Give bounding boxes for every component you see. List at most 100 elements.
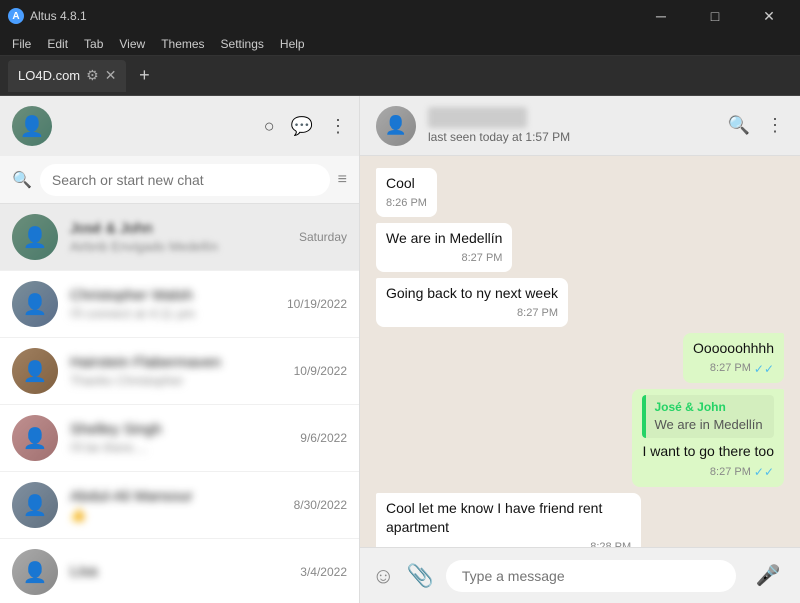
filter-icon[interactable]: ≡ xyxy=(338,171,347,189)
contact-time: 8/30/2022 xyxy=(294,498,347,512)
contact-info: José & John Airbnb Envigado Medellín xyxy=(70,220,287,254)
tab-label: LO4D.com xyxy=(18,68,80,83)
chat-contact-info: José & John last seen today at 1:57 PM xyxy=(428,107,716,144)
contact-item[interactable]: 👤 Lisa 3/4/2022 xyxy=(0,539,359,603)
message-meta: 8:26 PM xyxy=(386,196,427,211)
avatar-face: 👤 xyxy=(12,549,58,595)
contact-item[interactable]: 👤 Shelley Singh I'll be there.... 9/6/20… xyxy=(0,405,359,472)
menu-themes[interactable]: Themes xyxy=(153,35,212,53)
search-input[interactable] xyxy=(40,164,330,196)
contact-item[interactable]: 👤 Abdul-Ali Mansour 👍 8/30/2022 xyxy=(0,472,359,539)
menu-settings[interactable]: Settings xyxy=(213,35,272,53)
main-area: 👤 ○ 💬 ⋮ 🔍 ≡ 👤 José & John Airbnb En xyxy=(0,96,800,603)
avatar-face: 👤 xyxy=(12,415,58,461)
chat-icon[interactable]: 💬 xyxy=(291,116,313,137)
contact-name: José & John xyxy=(70,220,287,237)
contact-meta: 10/9/2022 xyxy=(294,364,347,378)
left-header: 👤 ○ 💬 ⋮ xyxy=(0,96,359,156)
contact-avatar: 👤 xyxy=(12,415,58,461)
contact-meta: Saturday xyxy=(299,230,347,244)
message-check-icon: ✓✓ xyxy=(754,464,774,481)
user-avatar[interactable]: 👤 xyxy=(12,106,52,146)
message-time: 8:28 PM xyxy=(590,540,631,547)
message-meta: 8:28 PM xyxy=(386,540,631,547)
contact-item[interactable]: 👤 Christopher Walsh I'll connect at 4:11… xyxy=(0,271,359,338)
menu-help[interactable]: Help xyxy=(272,35,313,53)
message-text: Cool xyxy=(386,175,415,191)
contact-time: 3/4/2022 xyxy=(300,565,347,579)
chat-more-icon[interactable]: ⋮ xyxy=(766,115,784,136)
maximize-button[interactable]: □ xyxy=(692,0,738,32)
avatar-face: 👤 xyxy=(12,281,58,327)
contact-time: 9/6/2022 xyxy=(300,431,347,445)
search-icon: 🔍 xyxy=(12,170,32,190)
minimize-button[interactable]: ─ xyxy=(638,0,684,32)
more-options-icon[interactable]: ⋮ xyxy=(329,116,347,137)
message-time: 8:26 PM xyxy=(386,196,427,211)
contact-name: Hairstein Flabermaven xyxy=(70,354,282,371)
menu-tab[interactable]: Tab xyxy=(76,35,111,53)
chat-avatar-image: 👤 xyxy=(376,106,416,146)
avatar-image: 👤 xyxy=(12,106,52,146)
menu-view[interactable]: View xyxy=(111,35,153,53)
emoji-button[interactable]: ☺ xyxy=(372,563,394,589)
menu-bar: File Edit Tab View Themes Settings Help xyxy=(0,32,800,56)
contact-name: Christopher Walsh xyxy=(70,287,275,304)
close-button[interactable]: ✕ xyxy=(746,0,792,32)
title-bar: A Altus 4.8.1 ─ □ ✕ xyxy=(0,0,800,32)
chat-contact-name: José & John xyxy=(428,107,527,128)
contact-avatar: 👤 xyxy=(12,482,58,528)
tab-bar: LO4D.com ⚙ ✕ + xyxy=(0,56,800,96)
message-text: Oooooohhhh xyxy=(693,340,774,356)
menu-edit[interactable]: Edit xyxy=(39,35,76,53)
chat-search-icon[interactable]: 🔍 xyxy=(728,115,750,136)
contact-item[interactable]: 👤 Hairstein Flabermaven Thanks Christoph… xyxy=(0,338,359,405)
contact-last-message: Thanks Christopher xyxy=(70,373,282,388)
message-time: 8:27 PM xyxy=(517,306,558,321)
message-bubble: Cool 8:26 PM xyxy=(376,168,437,217)
message-time: 8:27 PM xyxy=(710,361,751,376)
message-bubble: José & John We are in Medellín I want to… xyxy=(632,389,784,486)
contact-time: Saturday xyxy=(299,230,347,244)
contact-info: Lisa xyxy=(70,563,288,582)
contact-avatar: 👤 xyxy=(12,214,58,260)
contact-last-message: 👍 xyxy=(70,507,282,523)
chat-header: 👤 José & John last seen today at 1:57 PM… xyxy=(360,96,800,156)
status-icon[interactable]: ○ xyxy=(264,116,275,137)
contact-item[interactable]: 👤 José & John Airbnb Envigado Medellín S… xyxy=(0,204,359,271)
message-text: We are in Medellín xyxy=(386,230,502,246)
message-bubble: Going back to ny next week 8:27 PM xyxy=(376,278,568,327)
chat-contact-avatar[interactable]: 👤 xyxy=(376,106,416,146)
contact-name: Lisa xyxy=(70,563,288,580)
message-input[interactable] xyxy=(446,560,736,592)
contact-time: 10/9/2022 xyxy=(294,364,347,378)
tab-close-icon[interactable]: ✕ xyxy=(105,67,117,84)
search-bar: 🔍 ≡ xyxy=(0,156,359,204)
tab-lo4d[interactable]: LO4D.com ⚙ ✕ xyxy=(8,60,126,92)
contact-name: Abdul-Ali Mansour xyxy=(70,488,282,505)
app-icon: A xyxy=(8,8,24,24)
contact-avatar: 👤 xyxy=(12,281,58,327)
message-time: 8:27 PM xyxy=(710,465,751,480)
chat-header-icons: 🔍 ⋮ xyxy=(728,115,784,136)
message-meta: 8:27 PM xyxy=(386,251,502,266)
message-meta: 8:27 PM ✓✓ xyxy=(693,361,774,378)
quote-text: We are in Medellín xyxy=(654,416,766,434)
quote-bubble: José & John We are in Medellín xyxy=(642,395,774,438)
contact-avatar: 👤 xyxy=(12,549,58,595)
contact-last-message: Airbnb Envigado Medellín xyxy=(70,239,287,254)
message-check-icon: ✓✓ xyxy=(754,361,774,378)
tab-settings-icon[interactable]: ⚙ xyxy=(86,67,99,84)
window-controls: ─ □ ✕ xyxy=(638,0,792,32)
message-text: I want to go there too xyxy=(642,443,774,459)
contact-name: Shelley Singh xyxy=(70,421,288,438)
contact-info: Hairstein Flabermaven Thanks Christopher xyxy=(70,354,282,388)
contact-info: Christopher Walsh I'll connect at 4:11 p… xyxy=(70,287,275,321)
attach-button[interactable]: 📎 xyxy=(406,563,433,589)
message-meta: 8:27 PM ✓✓ xyxy=(642,464,774,481)
contact-time: 10/19/2022 xyxy=(287,297,347,311)
menu-file[interactable]: File xyxy=(4,35,39,53)
add-tab-button[interactable]: + xyxy=(130,62,158,90)
contact-meta: 3/4/2022 xyxy=(300,565,347,579)
send-button[interactable]: 🎤 xyxy=(748,556,788,596)
